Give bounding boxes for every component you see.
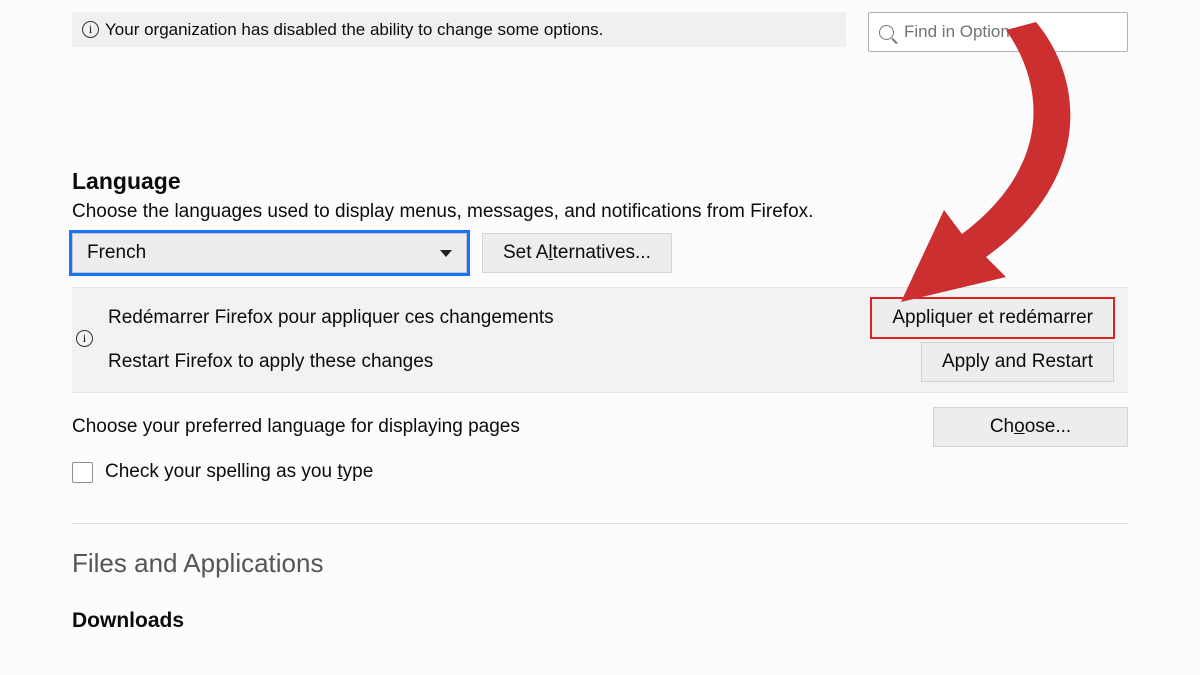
spellcheck-checkbox[interactable] [72, 462, 93, 483]
restart-message-en: Restart Firefox to apply these changes [108, 351, 433, 373]
files-applications-heading: Files and Applications [72, 548, 1128, 579]
search-placeholder: Find in Options [904, 22, 1018, 42]
language-select-value: French [87, 242, 146, 264]
section-divider [72, 523, 1128, 524]
search-input[interactable]: Find in Options [868, 12, 1128, 52]
org-disabled-banner: i Your organization has disabled the abi… [72, 12, 846, 47]
apply-restart-button-fr[interactable]: Appliquer et redémarrer [871, 298, 1114, 338]
language-select[interactable]: French [72, 233, 467, 273]
set-alternatives-button[interactable]: Set Alternatives... [482, 233, 672, 273]
search-icon [879, 25, 894, 40]
info-icon: i [76, 330, 93, 347]
language-heading: Language [72, 168, 1128, 195]
language-description: Choose the languages used to display men… [72, 201, 1128, 223]
downloads-heading: Downloads [72, 609, 1128, 633]
org-disabled-text: Your organization has disabled the abili… [105, 20, 603, 40]
choose-language-button[interactable]: Choose... [933, 407, 1128, 447]
restart-message-fr: Redémarrer Firefox pour appliquer ces ch… [108, 307, 554, 329]
spellcheck-label: Check your spelling as you type [105, 461, 373, 483]
chevron-down-icon [440, 250, 452, 257]
apply-restart-button-en[interactable]: Apply and Restart [921, 342, 1114, 382]
restart-notice-box: Redémarrer Firefox pour appliquer ces ch… [72, 287, 1128, 393]
preferred-pages-label: Choose your preferred language for displ… [72, 416, 520, 438]
info-icon: i [82, 21, 99, 38]
